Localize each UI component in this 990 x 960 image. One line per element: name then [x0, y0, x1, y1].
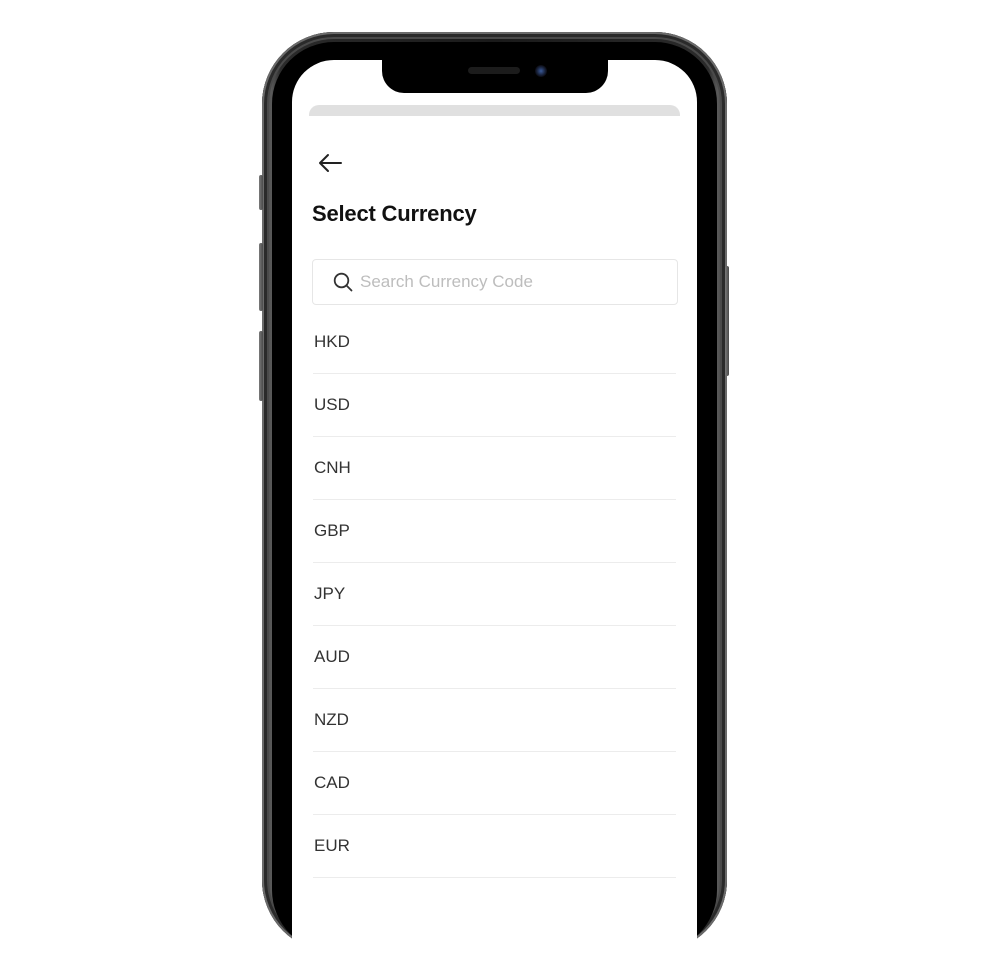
currency-item-hkd[interactable]: HKD: [313, 311, 676, 374]
currency-code: AUD: [314, 647, 350, 666]
currency-item-usd[interactable]: USD: [313, 374, 676, 437]
volume-up-button: [259, 243, 263, 311]
currency-code: HKD: [314, 332, 350, 351]
currency-code: USD: [314, 395, 350, 414]
currency-item-nzd[interactable]: NZD: [313, 689, 676, 752]
currency-code: JPY: [314, 584, 346, 603]
currency-code: CAD: [314, 773, 350, 792]
currency-item-jpy[interactable]: JPY: [313, 563, 676, 626]
currency-item-cnh[interactable]: CNH: [313, 437, 676, 500]
currency-code: GBP: [314, 521, 350, 540]
power-button: [725, 266, 729, 376]
front-camera: [535, 65, 547, 77]
page-title: Select Currency: [312, 201, 477, 226]
search-field[interactable]: [312, 259, 678, 305]
volume-down-button: [259, 331, 263, 401]
mute-switch: [259, 175, 263, 210]
currency-code: NZD: [314, 710, 349, 729]
back-button[interactable]: [316, 150, 344, 176]
currency-item-eur[interactable]: EUR: [313, 815, 676, 878]
currency-item-cad[interactable]: CAD: [313, 752, 676, 815]
currency-code: CNH: [314, 458, 351, 477]
arrow-left-icon: [319, 154, 342, 172]
search-icon: [333, 272, 353, 292]
speaker-grille: [468, 67, 520, 74]
currency-item-gbp[interactable]: GBP: [313, 500, 676, 563]
notch: [382, 58, 608, 93]
currency-item-aud[interactable]: AUD: [313, 626, 676, 689]
search-input[interactable]: [360, 272, 660, 292]
currency-code: EUR: [314, 836, 350, 855]
currency-list: HKD USD CNH GBP JPY AUD NZD CAD EUR: [313, 311, 676, 878]
